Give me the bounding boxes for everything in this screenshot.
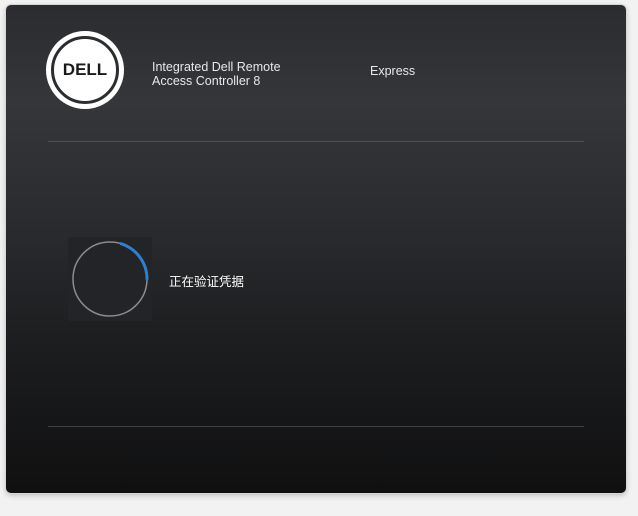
- license-edition: Express: [370, 64, 416, 78]
- product-name: Integrated Dell Remote Access Controller…: [152, 60, 281, 88]
- dell-logo: DELL: [46, 31, 124, 109]
- spinner-icon: [72, 241, 149, 317]
- product-name-line2: Access Controller 8: [152, 74, 261, 88]
- spinner-arc: [119, 242, 149, 281]
- dell-logo-text: DELL: [62, 60, 108, 79]
- login-window: DELL Integrated Dell Remote Access Contr…: [6, 5, 626, 493]
- dell-logo-ring: DELL: [51, 36, 119, 104]
- footer-divider: [48, 426, 584, 427]
- header-divider: [48, 141, 584, 142]
- product-name-line1: Integrated Dell Remote: [152, 60, 281, 74]
- loading-spinner: [68, 237, 152, 321]
- status-message: 正在验证凭据: [169, 274, 245, 289]
